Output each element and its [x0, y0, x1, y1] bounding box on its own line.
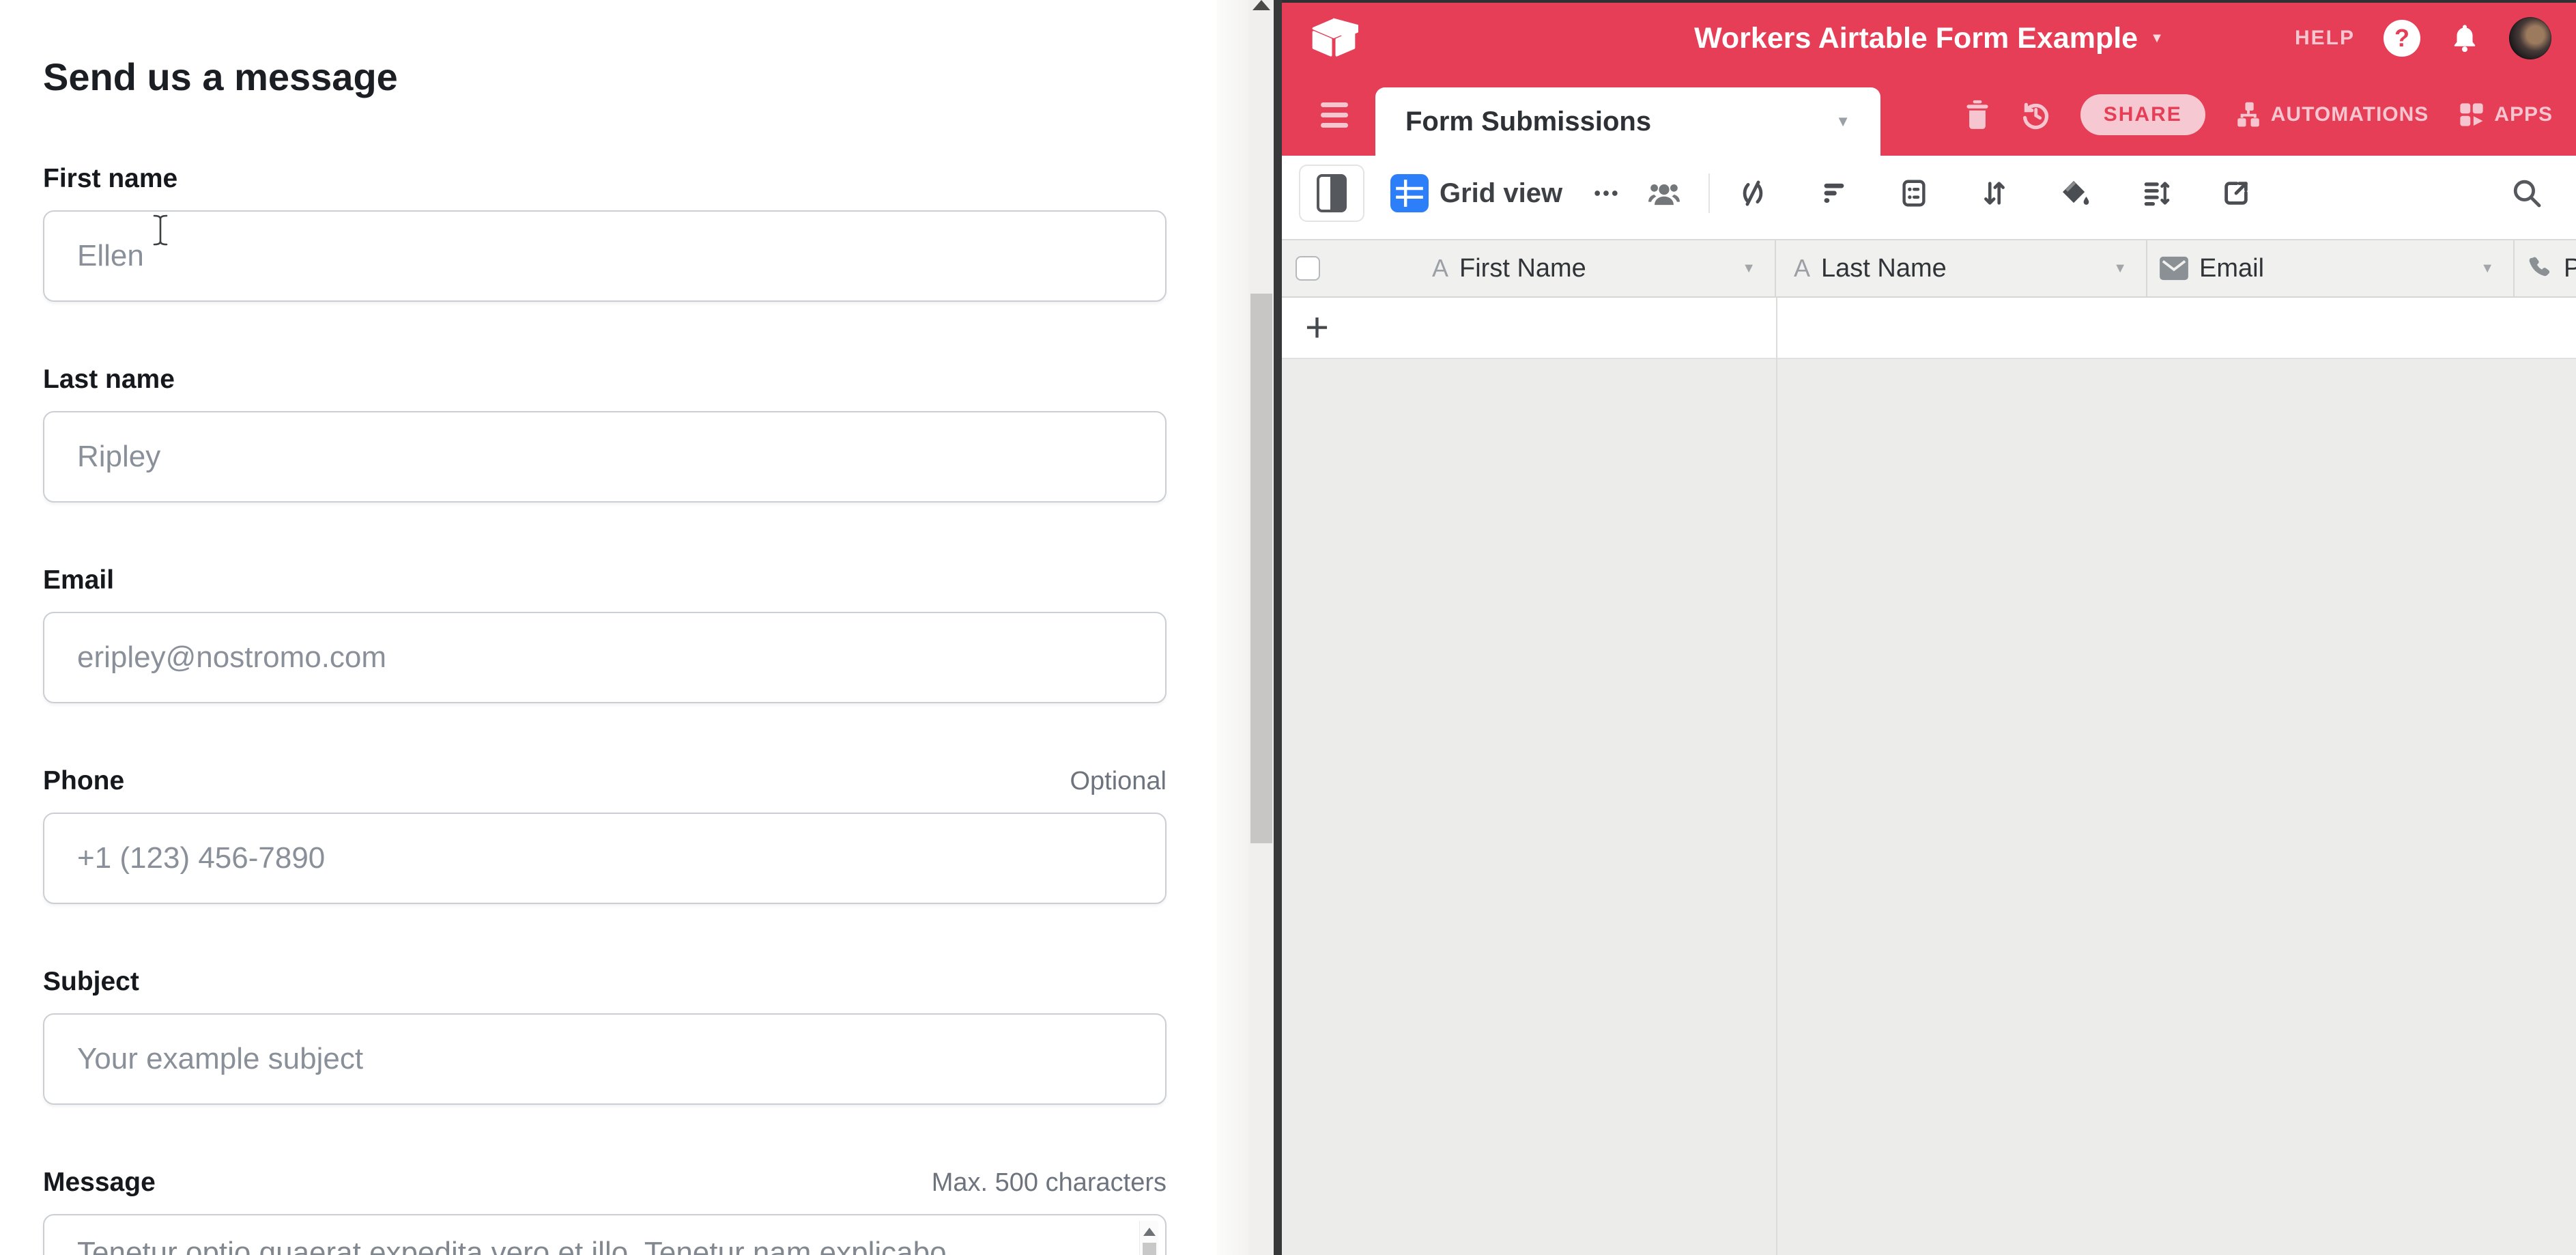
group-icon[interactable]: [1898, 178, 1930, 209]
base-title-menu[interactable]: Workers Airtable Form Example: [1694, 22, 2164, 55]
column-caret-down-icon[interactable]: [2113, 261, 2127, 277]
column-header-email[interactable]: Email: [2147, 240, 2515, 296]
phone-optional-hint: Optional: [1070, 767, 1167, 796]
subject-label: Subject: [43, 967, 139, 997]
view-options-ellipsis-icon[interactable]: [1591, 178, 1621, 208]
textarea-scroll-thumb[interactable]: [1143, 1243, 1156, 1255]
first-name-input[interactable]: [43, 210, 1167, 302]
text-field-icon: [1432, 254, 1448, 283]
apps-icon: [2457, 100, 2486, 129]
email-field-icon: [2158, 255, 2190, 281]
grid-header-row: First Name Last Name Email: [1282, 239, 2576, 298]
filter-icon[interactable]: [1818, 178, 1849, 209]
share-button[interactable]: SHARE: [2080, 94, 2205, 135]
sidebar-toggle-button[interactable]: [1299, 165, 1364, 222]
bell-icon[interactable]: [2449, 23, 2480, 54]
phone-label: Phone: [43, 766, 124, 796]
email-label: Email: [43, 565, 114, 595]
column-caret-down-icon[interactable]: [2480, 261, 2494, 277]
textarea-scrollbar[interactable]: [1139, 1221, 1158, 1255]
message-textarea[interactable]: Tenetur optio quaerat expedita vero et i…: [43, 1214, 1167, 1255]
history-icon[interactable]: [2019, 98, 2052, 131]
column-name: Last Name: [1821, 254, 1947, 283]
grid-empty-area: [1282, 359, 2576, 1255]
base-title: Workers Airtable Form Example: [1694, 22, 2138, 55]
phone-field-icon: [2525, 254, 2554, 283]
trash-icon[interactable]: [1964, 100, 1990, 130]
column-name: Phone: [2564, 254, 2576, 283]
airtable-logo-icon[interactable]: [1309, 17, 1358, 59]
scroll-up-icon[interactable]: [1143, 1228, 1156, 1236]
share-label: SHARE: [2104, 103, 2182, 126]
field-group-phone: Phone Optional: [43, 766, 1167, 904]
row-height-icon[interactable]: [2140, 178, 2171, 209]
tab-caret-down-icon[interactable]: [1835, 113, 1850, 130]
panel-toggle-icon: [1317, 174, 1347, 212]
subject-input[interactable]: [43, 1013, 1167, 1105]
text-cursor-icon: [152, 213, 169, 251]
contact-form-pane: Send us a message First name Last name E…: [0, 0, 1216, 1255]
automations-label: AUTOMATIONS: [2271, 103, 2429, 126]
page-scrollbar-thumb[interactable]: [1250, 294, 1272, 843]
automations-icon: [2234, 100, 2263, 129]
message-max-chars-hint: Max. 500 characters: [932, 1168, 1167, 1198]
automations-button[interactable]: AUTOMATIONS: [2234, 100, 2429, 129]
text-field-icon: [1794, 254, 1810, 283]
hide-fields-icon[interactable]: [1737, 178, 1769, 209]
email-input[interactable]: [43, 612, 1167, 703]
help-icon[interactable]: [2384, 20, 2420, 57]
column-name: First Name: [1459, 254, 1586, 283]
search-icon[interactable]: [2510, 177, 2543, 210]
field-group-subject: Subject: [43, 967, 1167, 1105]
first-name-label: First name: [43, 164, 177, 194]
column-name: Email: [2199, 254, 2264, 283]
field-group-message: Message Max. 500 characters Tenetur opti…: [43, 1168, 1167, 1255]
message-label: Message: [43, 1168, 156, 1198]
collaborators-icon[interactable]: [1646, 175, 1683, 212]
view-switcher[interactable]: Grid view: [1440, 178, 1562, 209]
caret-down-icon: [2150, 31, 2164, 46]
menu-icon[interactable]: [1321, 102, 1348, 128]
airtable-tabbar: Form Submissions SHARE: [1282, 74, 2576, 156]
airtable-pane: Workers Airtable Form Example HELP Form …: [1282, 0, 2576, 1255]
frozen-column-divider: [1776, 298, 1777, 1255]
column-caret-down-icon[interactable]: [1742, 261, 1756, 277]
add-record-plus-icon[interactable]: +: [1305, 307, 1329, 348]
field-group-email: Email: [43, 565, 1167, 703]
phone-input[interactable]: [43, 813, 1167, 904]
scrollbar-up-arrow-icon[interactable]: [1253, 0, 1270, 10]
column-header-last-name[interactable]: Last Name: [1776, 240, 2147, 296]
tab-form-submissions[interactable]: Form Submissions: [1375, 87, 1880, 156]
add-record-row[interactable]: +: [1282, 298, 2576, 359]
grid-view-icon: [1390, 174, 1429, 212]
apps-button[interactable]: APPS: [2457, 100, 2553, 129]
table-tab-label: Form Submissions: [1405, 107, 1835, 137]
apps-label: APPS: [2494, 103, 2553, 126]
help-button[interactable]: HELP: [2295, 27, 2355, 50]
toolbar-divider: [1708, 173, 1710, 213]
field-group-first-name: First name: [43, 164, 1167, 302]
column-header-phone[interactable]: Phone: [2515, 240, 2576, 296]
pane-gutter: [1216, 0, 1249, 1255]
window-divider: [1274, 0, 1282, 1255]
field-group-last-name: Last name: [43, 365, 1167, 503]
select-all-checkbox[interactable]: [1296, 256, 1320, 281]
last-name-input[interactable]: [43, 411, 1167, 503]
avatar[interactable]: [2509, 17, 2551, 59]
page-title: Send us a message: [43, 0, 1167, 100]
airtable-topbar: Workers Airtable Form Example HELP: [1282, 3, 2576, 74]
view-toolbar: Grid view: [1282, 156, 2576, 239]
sort-icon[interactable]: [1979, 178, 2010, 209]
paint-fill-icon[interactable]: [2059, 178, 2091, 209]
column-header-first-name[interactable]: First Name: [1375, 240, 1776, 296]
last-name-label: Last name: [43, 365, 175, 395]
open-view-icon[interactable]: [2220, 178, 2252, 209]
